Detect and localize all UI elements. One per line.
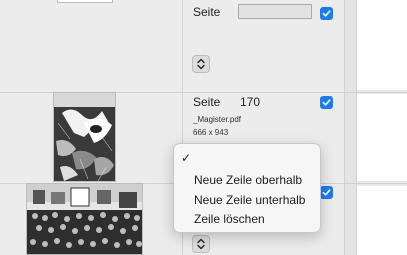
include-checkbox[interactable] [320, 96, 333, 109]
separator-column [345, 0, 357, 255]
row-thumbnail[interactable] [53, 92, 116, 182]
page-number-field[interactable] [238, 4, 312, 19]
include-checkbox[interactable] [320, 186, 333, 199]
checkbox-checked-icon [322, 189, 331, 196]
row-stepper[interactable] [192, 55, 210, 73]
row-thumbnail[interactable] [26, 183, 143, 255]
filename-text: _Magister.pdf [193, 115, 242, 124]
row-thumbnail[interactable] [57, 0, 113, 3]
menu-item-delete-row[interactable]: Zeile löschen [194, 212, 265, 226]
include-checkbox[interactable] [320, 7, 333, 20]
menu-item-insert-row-below[interactable]: Neue Zeile unterhalb [194, 193, 305, 207]
checkbox-checked-icon [322, 99, 331, 106]
checkmark-icon: ✓ [181, 151, 192, 165]
checkbox-checked-icon [322, 10, 331, 17]
page-label: Seite [193, 5, 221, 19]
page-number-value[interactable]: 170 [240, 95, 260, 109]
stepper-icon [197, 58, 205, 70]
page-label: Seite [193, 95, 221, 109]
preview-page [357, 186, 407, 255]
menu-item-insert-row-above[interactable]: Neue Zeile oberhalb [194, 173, 302, 187]
stepper-icon [197, 238, 205, 250]
row-stepper[interactable] [192, 235, 210, 253]
context-menu: ✓ Neue Zeile oberhalb Neue Zeile unterha… [173, 143, 321, 233]
dimensions-text: 666 x 943 [193, 128, 229, 137]
preview-page [357, 94, 407, 181]
preview-page [357, 0, 407, 90]
